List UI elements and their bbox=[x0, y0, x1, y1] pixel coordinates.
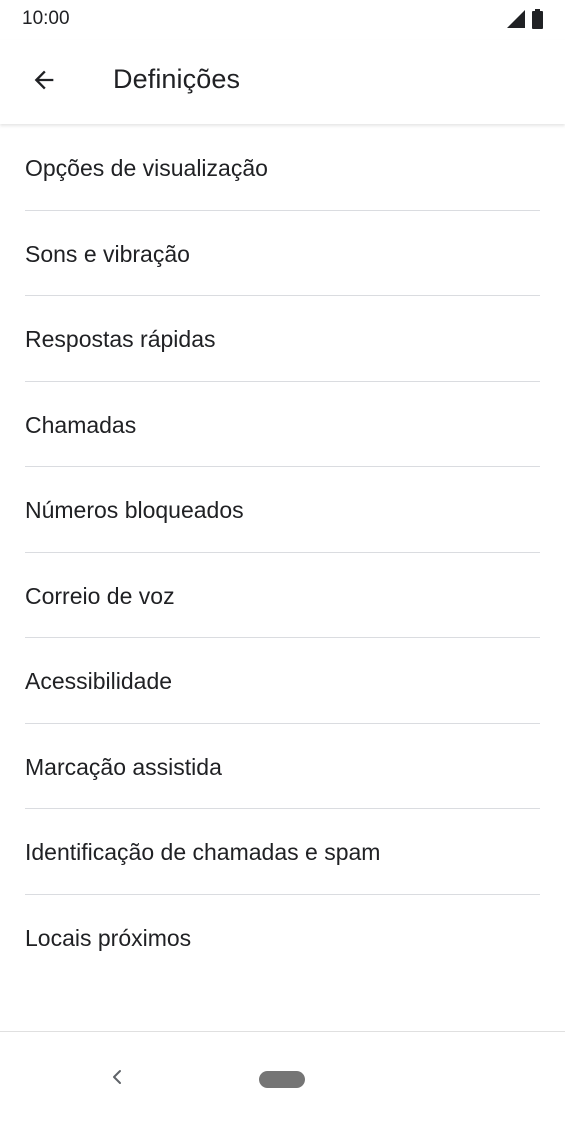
settings-item-label: Acessibilidade bbox=[25, 668, 173, 695]
back-button[interactable] bbox=[20, 60, 68, 104]
battery-icon bbox=[532, 9, 543, 29]
settings-screen: 10:00 Definições Opções de visualização … bbox=[0, 0, 565, 1130]
settings-item-assisted-dialing[interactable]: Marcação assistida bbox=[0, 724, 565, 810]
arrow-back-icon bbox=[30, 66, 58, 99]
settings-list: Opções de visualização Sons e vibração R… bbox=[0, 125, 565, 980]
status-time: 10:00 bbox=[22, 8, 70, 29]
settings-item-nearby-places[interactable]: Locais próximos bbox=[0, 895, 565, 981]
signal-icon bbox=[506, 9, 526, 29]
settings-item-label: Identificação de chamadas e spam bbox=[25, 839, 381, 866]
status-bar: 10:00 bbox=[0, 0, 565, 40]
settings-item-display-options[interactable]: Opções de visualização bbox=[0, 125, 565, 211]
settings-item-label: Marcação assistida bbox=[25, 753, 222, 780]
app-bar: Definições bbox=[0, 40, 565, 124]
settings-item-accessibility[interactable]: Acessibilidade bbox=[0, 638, 565, 724]
settings-item-label: Respostas rápidas bbox=[25, 326, 216, 353]
settings-item-sounds-vibration[interactable]: Sons e vibração bbox=[0, 211, 565, 297]
status-icons bbox=[506, 9, 543, 29]
page-title: Definições bbox=[113, 64, 241, 94]
settings-item-label: Números bloqueados bbox=[25, 497, 244, 524]
settings-item-label: Locais próximos bbox=[25, 924, 192, 951]
nav-back-icon bbox=[110, 1067, 124, 1092]
settings-item-quick-responses[interactable]: Respostas rápidas bbox=[0, 296, 565, 382]
settings-item-label: Correio de voz bbox=[25, 582, 175, 609]
settings-item-label: Sons e vibração bbox=[25, 240, 190, 267]
home-pill-icon[interactable] bbox=[259, 1071, 305, 1088]
settings-item-blocked-numbers[interactable]: Números bloqueados bbox=[0, 467, 565, 553]
settings-item-label: Chamadas bbox=[25, 411, 137, 438]
nav-back-button[interactable] bbox=[100, 1062, 134, 1096]
settings-item-label: Opções de visualização bbox=[25, 155, 268, 182]
settings-item-voicemail[interactable]: Correio de voz bbox=[0, 553, 565, 639]
settings-item-calls[interactable]: Chamadas bbox=[0, 382, 565, 468]
system-nav-bar bbox=[0, 1032, 565, 1130]
settings-item-caller-id-spam[interactable]: Identificação de chamadas e spam bbox=[0, 809, 565, 895]
